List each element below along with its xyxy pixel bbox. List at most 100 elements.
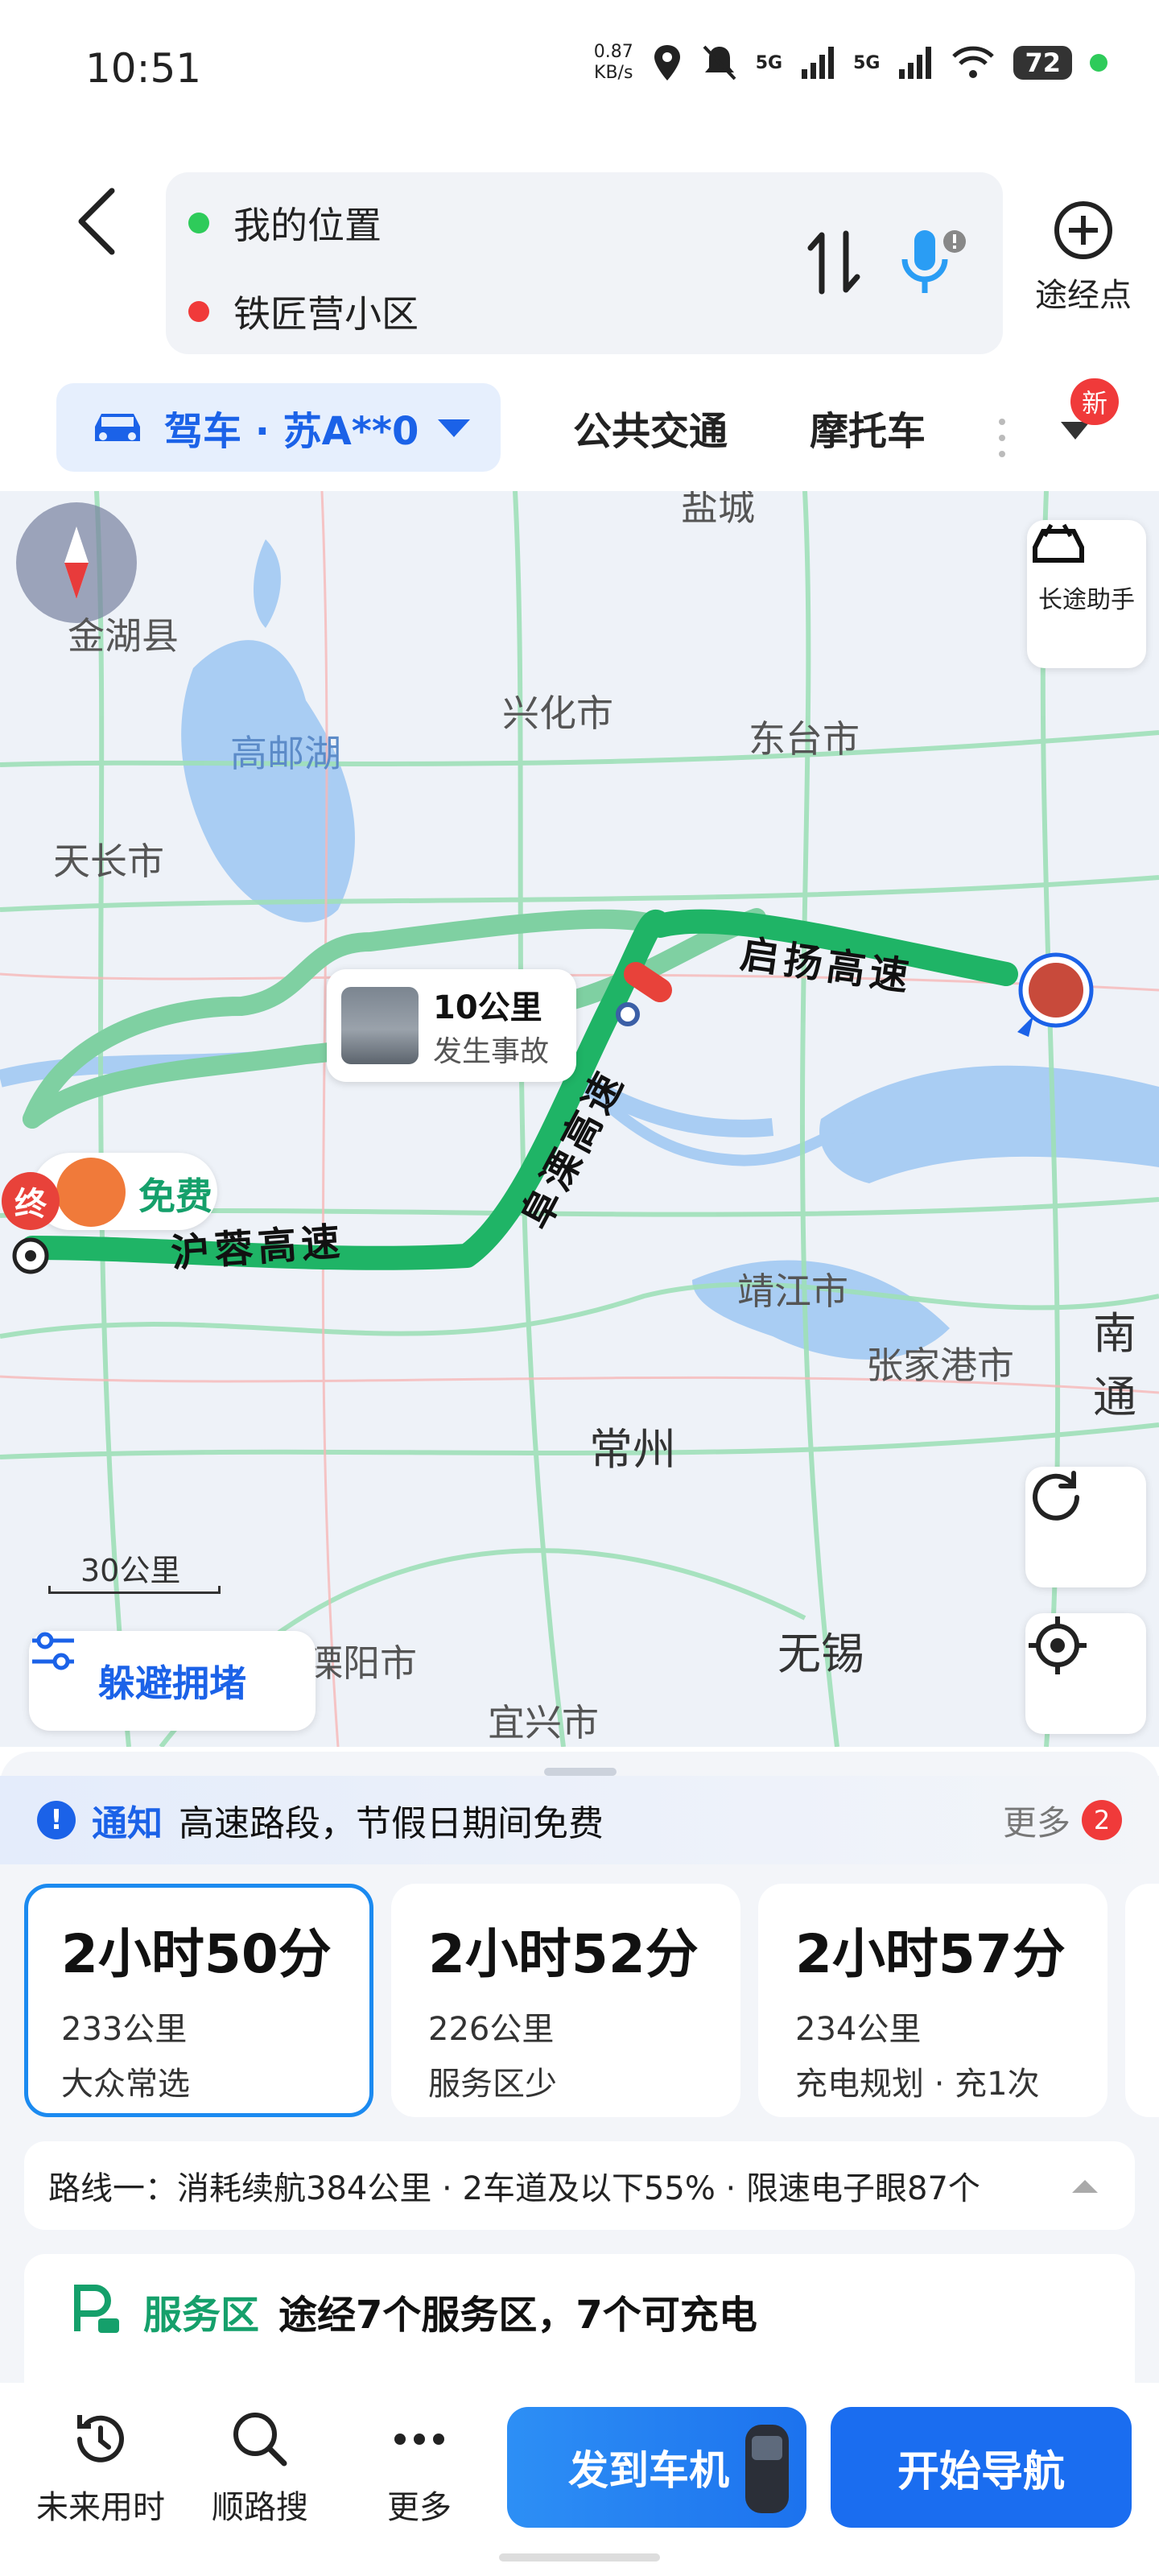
avoid-congestion-button[interactable]: 躲避拥堵 bbox=[29, 1631, 316, 1731]
option-distance: 233公里 bbox=[61, 2011, 188, 2048]
start-navigation-button[interactable]: 开始导航 bbox=[831, 2407, 1132, 2528]
origin-dot bbox=[188, 213, 209, 233]
signal-bars-icon bbox=[899, 47, 932, 79]
accident-description: 发生事故 bbox=[433, 1035, 550, 1068]
notice-text: 高速路段，节假日期间免费 bbox=[179, 1803, 604, 1844]
privacy-dot bbox=[1090, 54, 1107, 72]
tab-transit[interactable]: 公共交通 bbox=[573, 399, 728, 456]
long-trip-label: 长途助手 bbox=[1038, 586, 1135, 614]
notice-count-badge: 2 bbox=[1082, 1800, 1122, 1840]
accident-card[interactable]: 10公里 发生事故 bbox=[327, 969, 576, 1082]
route-info-bar[interactable]: 路线一：消耗续航384公里 · 2车道及以下55% · 限速电子眼87个 bbox=[24, 2141, 1135, 2230]
option-distance: 226公里 bbox=[428, 2011, 555, 2048]
net-speed: 0.87 KB/s bbox=[593, 42, 633, 83]
mute-bell-icon bbox=[703, 45, 736, 80]
compass-icon bbox=[64, 526, 89, 599]
microphone-icon bbox=[901, 230, 966, 293]
car-icon bbox=[95, 414, 140, 441]
route-input-box: 我的位置 铁匠营小区 bbox=[166, 172, 1003, 354]
route-option-3[interactable]: 2小时57分 234公里 充电规划 · 充1次 bbox=[758, 1884, 1107, 2117]
notice-label: 通知 bbox=[92, 1803, 163, 1844]
search-icon bbox=[233, 2413, 287, 2467]
sheet-handle[interactable] bbox=[544, 1768, 617, 1776]
map-label-xinghua: 兴化市 bbox=[502, 691, 613, 735]
map-label-dongtai: 东台市 bbox=[749, 717, 860, 761]
car-front-icon bbox=[745, 2425, 789, 2513]
option-tag: 大众常选 bbox=[61, 2066, 190, 2103]
service-area-label: 服务区 bbox=[143, 2293, 260, 2338]
option-time: 2小时52分 bbox=[428, 1923, 699, 1985]
future-time-button[interactable]: 未来用时 bbox=[32, 2407, 169, 2528]
option-time: 2小时50分 bbox=[61, 1923, 332, 1985]
option-distance: 234公里 bbox=[795, 2011, 922, 2048]
map-label-jingjiang: 靖江市 bbox=[737, 1269, 848, 1313]
waypoint-label: 途经点 bbox=[1035, 277, 1132, 314]
voice-input-button[interactable] bbox=[890, 222, 971, 303]
divider-dots bbox=[999, 419, 1005, 457]
caret-down-icon bbox=[438, 419, 471, 437]
long-trip-assistant-button[interactable]: 长途助手 bbox=[1027, 520, 1146, 668]
map-label-jinhu: 金湖县 bbox=[68, 614, 179, 658]
toll-free-icon bbox=[56, 1158, 126, 1227]
bottom-action-bar: 未来用时 顺路搜 更多 发到车机 开始导航 bbox=[0, 2383, 1159, 2576]
map-label-liyang: 溧阳市 bbox=[306, 1641, 417, 1685]
map-label-tianchang: 天长市 bbox=[53, 840, 164, 883]
map-label-nantong: 南通 bbox=[1093, 1308, 1136, 1422]
signal-5g-2: 5G bbox=[853, 52, 881, 73]
option-tag: 充电规划 · 充1次 bbox=[795, 2066, 1040, 2103]
option-tag: 服务区少 bbox=[428, 2066, 557, 2103]
more-label: 更多 bbox=[387, 2489, 452, 2526]
refresh-button[interactable] bbox=[1025, 1467, 1146, 1587]
route-info-text: 路线一：消耗续航384公里 · 2车道及以下55% · 限速电子眼87个 bbox=[48, 2170, 980, 2207]
free-tag: 免费 bbox=[32, 1153, 217, 1230]
back-button[interactable] bbox=[64, 177, 129, 266]
map-label-yixing: 宜兴市 bbox=[488, 1701, 599, 1744]
route-option-1[interactable]: 2小时50分 233公里 大众常选 bbox=[24, 1884, 373, 2117]
send-to-car-button[interactable]: 发到车机 bbox=[507, 2407, 806, 2528]
destination-dot bbox=[188, 301, 209, 322]
map-view[interactable]: 盐城 金湖县 高邮湖 兴化市 东台市 天长市 靖江市 张家港市 常州 无锡 溧阳… bbox=[0, 491, 1159, 1747]
notice-bar[interactable]: ! 通知 高速路段，节假日期间免费 更多 2 bbox=[0, 1776, 1159, 1864]
plus-circle-icon bbox=[1054, 201, 1112, 259]
scale-label: 30公里 bbox=[80, 1553, 181, 1588]
more-button[interactable]: 更多 bbox=[351, 2407, 488, 2528]
status-time: 10:51 bbox=[85, 45, 202, 92]
chevron-up-icon bbox=[1072, 2180, 1098, 2193]
destination-row[interactable]: 铁匠营小区 bbox=[188, 285, 419, 338]
compass-button[interactable] bbox=[16, 502, 137, 623]
send-to-car-label: 发到车机 bbox=[568, 2447, 729, 2494]
origin-text: 我的位置 bbox=[233, 204, 382, 247]
tab-motorcycle[interactable]: 摩托车 bbox=[810, 399, 926, 456]
travel-mode-tabs: 驾车 · 苏A**0 公共交通 摩托车 新 bbox=[0, 378, 1159, 475]
parking-charge-icon bbox=[74, 2285, 119, 2333]
origin-row[interactable]: 我的位置 bbox=[188, 196, 382, 250]
notice-more[interactable]: 更多 bbox=[1003, 1796, 1070, 1845]
accident-thumbnail bbox=[341, 987, 419, 1064]
swap-button[interactable] bbox=[794, 222, 874, 303]
service-area-card[interactable]: 服务区 途经7个服务区，7个可充电 bbox=[24, 2254, 1135, 2399]
route-option-4-peek[interactable] bbox=[1125, 1884, 1159, 2117]
home-indicator bbox=[499, 2553, 660, 2562]
along-search-button[interactable]: 顺路搜 bbox=[192, 2407, 328, 2528]
signal-bars-icon bbox=[802, 47, 835, 79]
add-waypoint-button[interactable]: 途经点 bbox=[1019, 200, 1148, 316]
free-tag-label: 免费 bbox=[138, 1174, 212, 1218]
more-dots-icon bbox=[394, 2434, 444, 2445]
long-trip-car-icon bbox=[1033, 523, 1084, 563]
location-icon bbox=[654, 45, 680, 80]
refresh-icon bbox=[1033, 1471, 1079, 1521]
along-search-label: 顺路搜 bbox=[212, 2489, 308, 2526]
service-area-text: 途经7个服务区，7个可充电 bbox=[278, 2293, 757, 2338]
future-time-label: 未来用时 bbox=[36, 2489, 165, 2526]
battery-level: 72 bbox=[1013, 46, 1072, 80]
back-arrow-icon bbox=[78, 188, 115, 255]
locate-icon bbox=[1029, 1616, 1087, 1674]
clock-icon bbox=[77, 2415, 124, 2462]
status-icons: 0.87 KB/s 5G 5G 72 bbox=[594, 42, 1107, 84]
map-label-wuxi: 无锡 bbox=[777, 1629, 864, 1679]
accident-distance: 10公里 bbox=[433, 989, 542, 1026]
tab-drive[interactable]: 驾车 · 苏A**0 bbox=[56, 383, 501, 472]
route-option-2[interactable]: 2小时52分 226公里 服务区少 bbox=[391, 1884, 740, 2117]
wifi-icon bbox=[952, 46, 995, 78]
locate-me-button[interactable] bbox=[1025, 1613, 1146, 1734]
